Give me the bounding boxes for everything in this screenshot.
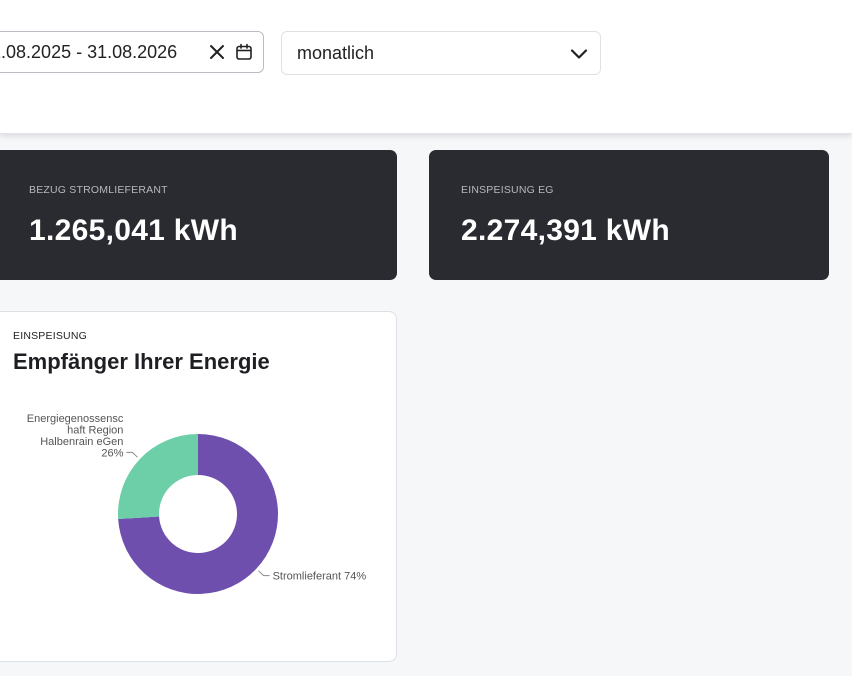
slice-label-line [126,451,138,458]
filter-bar: 01.08.2025 - 31.08.2026 monatlich [0,0,852,134]
slice-label: 26% [101,447,123,459]
close-icon[interactable] [208,43,226,61]
interval-select-value: monatlich [297,43,375,63]
calendar-icon[interactable] [235,43,253,61]
chevron-down-icon[interactable] [570,45,588,63]
slice-label: haft Region [67,424,123,436]
donut-slice-1[interactable] [117,434,198,520]
stat-value: 2.274,391 kWh [461,214,671,247]
slice-label: Energiegenossensc [27,413,124,425]
interval-select[interactable]: monatlich [281,31,601,75]
stat-value: 1.265,041 kWh [29,214,239,247]
date-range-field[interactable]: 01.08.2025 - 31.08.2026 [0,31,264,73]
slice-label: Halbenrain eGen [40,436,123,448]
stat-label: EINSPEISUNG EG [461,184,554,196]
slice-label-line [258,570,270,577]
donut-chart: Stromlieferant 74% Energiegenossenschaft … [27,413,367,594]
stat-card-einspeisung: EINSPEISUNG EG 2.274,391 kWh [429,150,829,280]
chart-card: EINSPEISUNG Empfänger Ihrer Energie Stro… [0,311,397,662]
stat-card-bezug: BEZUG STROMLIEFERANT 1.265,041 kWh [0,150,397,280]
slice-label: Stromlieferant 74% [273,571,367,583]
date-range-value: 01.08.2025 - 31.08.2026 [0,42,178,62]
stat-label: BEZUG STROMLIEFERANT [29,184,168,196]
